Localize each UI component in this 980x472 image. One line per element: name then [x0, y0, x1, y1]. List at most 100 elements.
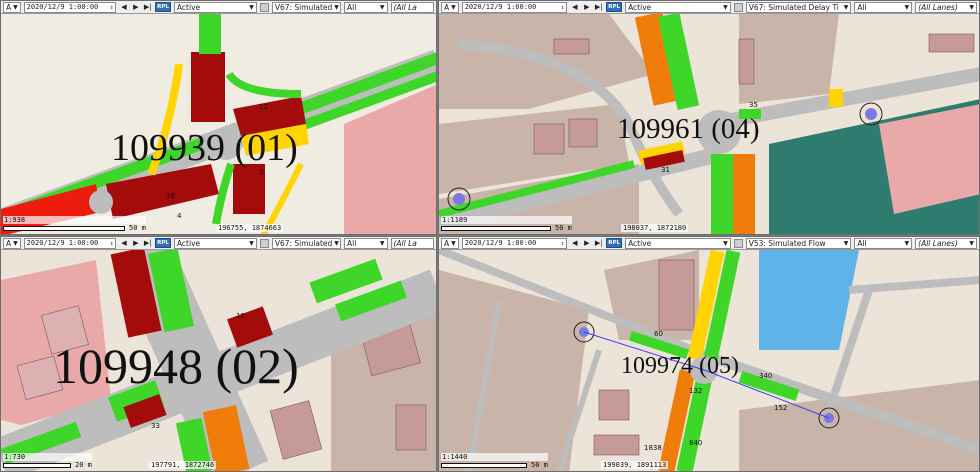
- mode-select-4[interactable]: Active ▼: [625, 237, 731, 249]
- link-label: 33: [151, 422, 160, 430]
- cursor-coordinates-1: 196755, 1874663: [216, 224, 284, 232]
- play-button-3[interactable]: ▶: [131, 239, 140, 248]
- link-label: 10: [236, 312, 245, 320]
- attribute-select-3[interactable]: V67: Simulated ▼: [271, 237, 341, 249]
- scale-bar-1: 1:938 50 m: [3, 216, 146, 232]
- spinner-icon: ⇕: [109, 3, 114, 11]
- view-toolbar-1: A ▼ 2020/12/9 1:00:00 ⇕ ◀ ▶ ▶| RPL Active ▼…: [1, 1, 436, 14]
- marker-dropdown-2[interactable]: A ▼: [441, 1, 459, 13]
- link-label: 31: [661, 166, 670, 174]
- link-label: 35: [749, 101, 758, 109]
- map-view-2[interactable]: A ▼ 2020/12/9 1:00:00 ⇕ ◀ ▶ ▶| RPL Active ▼…: [438, 0, 980, 235]
- node-id-label-3: 109948 (02): [53, 338, 299, 394]
- map-view-4[interactable]: A ▼ 2020/12/9 1:00:00 ⇕ ◀ ▶ ▶| RPL Active ▼…: [438, 236, 980, 472]
- attribute-icon: [259, 238, 269, 248]
- rpl-icon: RPL: [155, 2, 171, 12]
- node-id-label-4: 109974 (05): [621, 353, 739, 379]
- link-label: 16: [166, 192, 175, 200]
- link-label: 340: [759, 372, 772, 380]
- lanes-select-2[interactable]: (All Lanes) ▼: [915, 1, 977, 13]
- chevron-down-icon: ▼: [843, 3, 849, 11]
- lanes-select-4[interactable]: (All Lanes) ▼: [915, 237, 977, 249]
- chevron-down-icon: ▼: [451, 3, 456, 11]
- scale-bar-2: 1:1189 50 m: [441, 216, 572, 232]
- date-time-field-4[interactable]: 2020/12/9 1:00:00 ⇕: [461, 237, 568, 249]
- filter-select-4[interactable]: All ▼: [854, 237, 913, 249]
- play-button-1[interactable]: ▶: [131, 3, 140, 12]
- chevron-down-icon: ▼: [451, 239, 456, 247]
- attribute-icon: [733, 2, 743, 12]
- step-back-button-1[interactable]: ◀: [119, 3, 128, 12]
- filter-select-1[interactable]: All ▼: [343, 1, 388, 13]
- attribute-select-1[interactable]: V67: Simulated ▼: [271, 1, 341, 13]
- scale-bar-graphic: [441, 225, 551, 231]
- spinner-icon: ⇕: [109, 239, 114, 247]
- link-label: 12: [259, 103, 268, 111]
- filter-select-2[interactable]: All ▼: [854, 1, 913, 13]
- link-label: 1838: [644, 444, 662, 452]
- cursor-coordinates-3: 197791, 1872746: [149, 461, 217, 469]
- attribute-select-2[interactable]: V67: Simulated Delay Ti ▼: [745, 1, 852, 13]
- link-bar[interactable]: [711, 154, 733, 235]
- attribute-icon: [259, 2, 269, 12]
- chevron-down-icon: ▼: [13, 239, 18, 247]
- spinner-icon: ⇕: [560, 239, 565, 247]
- date-time-field-1[interactable]: 2020/12/9 1:00:00 ⇕: [23, 1, 117, 13]
- marker-dropdown-4[interactable]: A ▼: [441, 237, 459, 249]
- rpl-icon: RPL: [155, 238, 171, 248]
- view-toolbar-3: A ▼ 2020/12/9 1:00:00 ⇕ ◀ ▶ ▶| RPL Active ▼…: [1, 237, 436, 250]
- link-label: 840: [689, 439, 702, 447]
- mode-select-2[interactable]: Active ▼: [625, 1, 731, 13]
- chevron-down-icon: ▼: [904, 239, 910, 247]
- chevron-down-icon: ▼: [379, 239, 385, 247]
- chevron-down-icon: ▼: [843, 239, 849, 247]
- marker-dropdown-3[interactable]: A ▼: [3, 237, 21, 249]
- view-toolbar-2: A ▼ 2020/12/9 1:00:00 ⇕ ◀ ▶ ▶| RPL Active ▼…: [439, 1, 979, 14]
- chevron-down-icon: ▼: [379, 3, 385, 11]
- marker-dropdown-1[interactable]: A ▼: [3, 1, 21, 13]
- scale-bar-4: 1:1440 50 m: [441, 453, 548, 469]
- scale-bar-graphic: [441, 462, 527, 468]
- step-forward-button-2[interactable]: ▶|: [594, 3, 603, 12]
- chevron-down-icon: ▼: [334, 3, 339, 11]
- step-back-button-3[interactable]: ◀: [119, 239, 128, 248]
- rpl-icon: RPL: [606, 2, 623, 12]
- chevron-down-icon: ▼: [249, 3, 254, 11]
- attribute-select-4[interactable]: V53: Simulated Flow ▼: [745, 237, 852, 249]
- date-time-field-3[interactable]: 2020/12/9 1:00:00 ⇕: [23, 237, 117, 249]
- link-label: 132: [689, 387, 702, 395]
- lanes-select-1[interactable]: (All La: [390, 1, 435, 13]
- scale-bar-graphic: [3, 225, 125, 231]
- lanes-select-3[interactable]: (All La: [390, 237, 435, 249]
- map-view-1[interactable]: A ▼ 2020/12/9 1:00:00 ⇕ ◀ ▶ ▶| RPL Active ▼…: [0, 0, 437, 235]
- mode-select-3[interactable]: Active ▼: [173, 237, 257, 249]
- rpl-icon: RPL: [606, 238, 623, 248]
- link-bar[interactable]: [199, 14, 221, 54]
- scale-bar-3: 1:730 20 m: [3, 453, 92, 469]
- link-bar[interactable]: [829, 89, 843, 107]
- step-back-button-4[interactable]: ◀: [570, 239, 579, 248]
- map-view-3[interactable]: A ▼ 2020/12/9 1:00:00 ⇕ ◀ ▶ ▶| RPL Active ▼…: [0, 236, 437, 472]
- link-label: 152: [774, 404, 787, 412]
- chevron-down-icon: ▼: [969, 239, 974, 247]
- chevron-down-icon: ▼: [723, 239, 728, 247]
- step-back-button-2[interactable]: ◀: [570, 3, 579, 12]
- link-label: 4: [177, 212, 182, 220]
- step-forward-button-3[interactable]: ▶|: [143, 239, 152, 248]
- play-button-2[interactable]: ▶: [582, 3, 591, 12]
- link-bar[interactable]: [191, 52, 225, 122]
- mode-select-1[interactable]: Active ▼: [173, 1, 257, 13]
- chevron-down-icon: ▼: [723, 3, 728, 11]
- map-canvas-1[interactable]: 12 16 4 3: [1, 14, 437, 235]
- cursor-coordinates-4: 199039, 1891113: [601, 461, 669, 469]
- chevron-down-icon: ▼: [13, 3, 18, 11]
- cursor-coordinates-2: 198037, 1872180: [621, 224, 689, 232]
- link-bar[interactable]: [733, 154, 755, 235]
- chevron-down-icon: ▼: [334, 239, 339, 247]
- filter-select-3[interactable]: All ▼: [343, 237, 388, 249]
- step-forward-button-1[interactable]: ▶|: [143, 3, 152, 12]
- node-id-label-2: 109961 (04): [617, 113, 760, 145]
- date-time-field-2[interactable]: 2020/12/9 1:00:00 ⇕: [461, 1, 568, 13]
- play-button-4[interactable]: ▶: [582, 239, 591, 248]
- step-forward-button-4[interactable]: ▶|: [594, 239, 603, 248]
